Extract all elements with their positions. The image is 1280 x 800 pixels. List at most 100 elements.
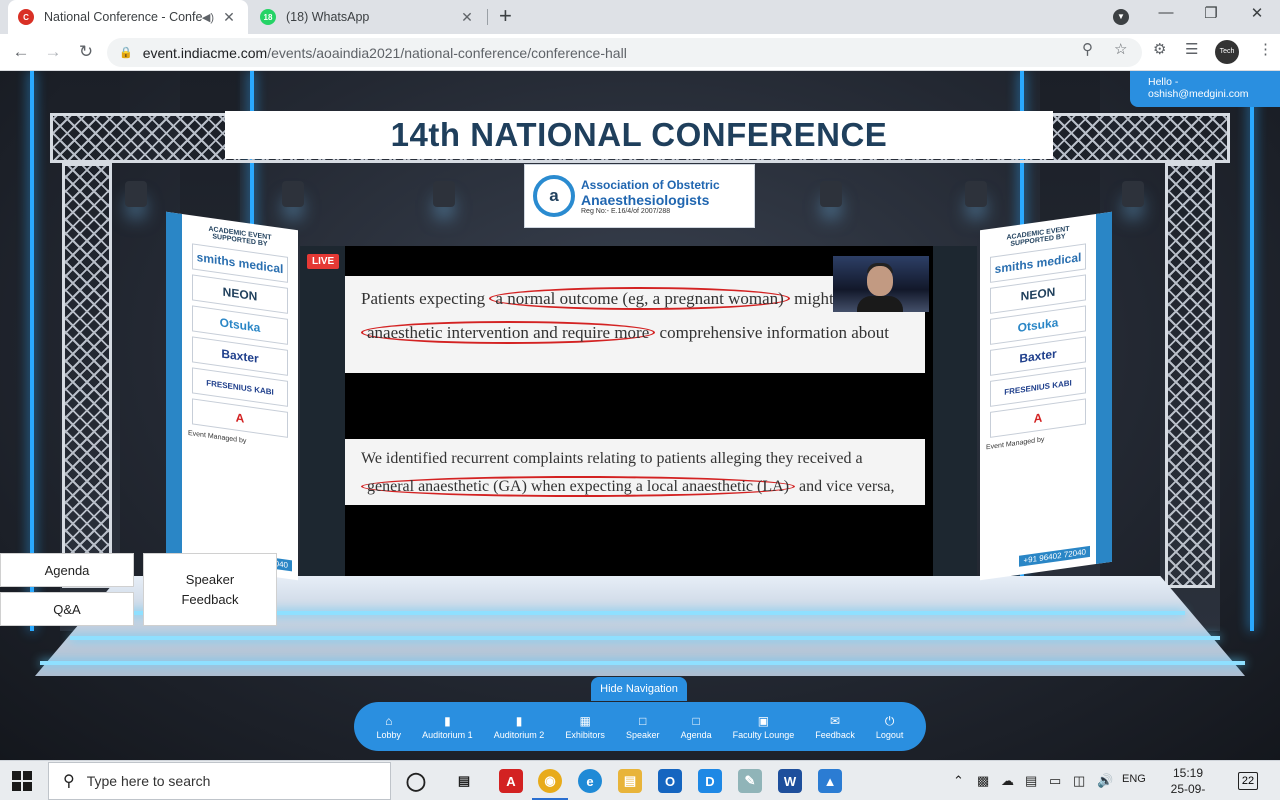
user-email: oshish@medgini.com [1148, 88, 1249, 100]
edge-icon[interactable]: e [578, 769, 602, 793]
language-indicator[interactable]: ENG [1122, 773, 1146, 785]
speaker-webcam-thumbnail [833, 256, 929, 312]
slide-text: comprehensive information about [659, 323, 889, 342]
forward-icon[interactable]: → [40, 40, 66, 64]
address-bar[interactable]: 🔒 event.indiacme.com/events/aoaindia2021… [107, 38, 1142, 67]
taskbar-clock[interactable]: 15:19 25-09-2021 [1158, 765, 1218, 800]
network-icon[interactable]: ◫ [1073, 773, 1085, 789]
maximize-icon[interactable]: ❐ [1199, 4, 1223, 22]
tray-overflow-chevron-icon[interactable]: ⌃ [953, 773, 964, 789]
cortana-icon[interactable]: ◯ [404, 769, 428, 793]
task-view-icon[interactable]: ▤ [452, 769, 476, 793]
slide-circled-text: a normal outcome (eg, a pregnant woman) [489, 287, 790, 310]
speaker-feedback-button[interactable]: Speaker Feedback [143, 553, 277, 626]
file-explorer-icon[interactable]: ▤ [618, 769, 642, 793]
qa-button[interactable]: Q&A [0, 592, 134, 626]
door-icon: ▮ [444, 713, 451, 728]
word-icon[interactable]: W [778, 769, 802, 793]
chrome-icon[interactable]: ◉ [532, 769, 568, 800]
nav-exhibitors[interactable]: ▦ Exhibitors [565, 714, 605, 740]
url-text: event.indiacme.com/events/aoaindia2021/n… [143, 45, 627, 61]
association-reg-no: Reg No:- E.16/4/of 2007/288 [581, 207, 671, 215]
whatsapp-favicon-icon: 18 [260, 9, 276, 25]
onedrive-icon[interactable]: ☁ [1001, 773, 1014, 789]
reload-icon[interactable]: ↻ [73, 40, 99, 64]
nav-speaker[interactable]: □ Speaker [626, 714, 660, 740]
chrome-menu-icon[interactable]: ⋮ [1258, 40, 1273, 58]
agenda-button[interactable]: Agenda [0, 553, 134, 587]
windows-start-icon[interactable] [12, 771, 32, 791]
live-video-player[interactable]: Patients expecting a normal outcome (eg,… [345, 246, 933, 576]
browser-tab-strip: C National Conference - Confe ◀) ✕ 18 (1… [0, 0, 1280, 34]
nav-auditorium-1[interactable]: ▮ Auditorium 1 [422, 714, 473, 740]
tab-divider [487, 9, 488, 25]
media-control-icon[interactable]: ☰ [1185, 40, 1198, 58]
outlook-icon[interactable]: O [658, 769, 682, 793]
dell-icon[interactable]: D [698, 769, 722, 793]
nav-label: Auditorium 2 [493, 729, 545, 740]
lounge-icon: ▣ [757, 713, 770, 728]
battery-icon[interactable]: ▭ [1049, 773, 1061, 789]
clock-date: 25-09-2021 [1170, 782, 1206, 800]
truss-right [1165, 163, 1215, 588]
close-tab-icon[interactable]: ✕ [458, 9, 476, 26]
profile-avatar[interactable]: Tech Truth [1215, 40, 1239, 79]
tab-whatsapp[interactable]: 18 (18) WhatsApp ✕ [250, 0, 486, 34]
nav-logout[interactable]: ⏻ Logout [876, 714, 904, 740]
tray-app-icon[interactable]: ▩ [977, 773, 989, 789]
tab-title: National Conference - Confe [44, 10, 202, 24]
tab-title: (18) WhatsApp [286, 10, 370, 24]
taskbar-search-box[interactable]: ⚲ Type here to search [48, 762, 391, 800]
nav-agenda[interactable]: □ Agenda [681, 714, 712, 740]
live-badge: LIVE [307, 254, 340, 269]
notes-app-icon[interactable]: ✎ [738, 769, 762, 793]
conference-banner: 14th NATIONAL CONFERENCE [225, 111, 1053, 159]
nav-label: Auditorium 1 [422, 729, 473, 740]
spotlight [282, 181, 304, 207]
sponsor-panel-left: ACADEMIC EVENT SUPPORTED BY smiths medic… [166, 211, 298, 581]
extensions-icon[interactable]: ⚙ [1153, 40, 1166, 58]
clock-time: 15:19 [1172, 766, 1204, 780]
action-center-notification-icon[interactable]: 22 [1238, 772, 1258, 790]
nav-label: Speaker [625, 729, 660, 740]
acrobat-icon[interactable]: A [499, 769, 523, 793]
close-window-icon[interactable]: ✕ [1245, 4, 1269, 22]
nav-lobby[interactable]: ⌂ Lobby [377, 714, 402, 740]
bookmark-star-icon[interactable]: ☆ [1114, 40, 1127, 58]
tab-search-dropdown-icon[interactable]: ▼ [1113, 9, 1129, 25]
new-tab-icon[interactable]: + [499, 5, 512, 27]
neon-light [30, 71, 34, 631]
slide-circled-text: anaesthetic intervention and require mor… [361, 321, 656, 344]
volume-icon[interactable]: 🔊 [1097, 773, 1113, 789]
nav-auditorium-2[interactable]: ▮ Auditorium 2 [494, 714, 545, 740]
stage-light-strip [40, 661, 1245, 665]
lock-icon[interactable]: 🔒 [119, 46, 133, 59]
tab-national-conference[interactable]: C National Conference - Confe ◀) ✕ [8, 0, 248, 34]
indiacme-favicon-icon: C [18, 9, 34, 25]
speaker-icon[interactable]: ◀) [202, 11, 214, 24]
back-icon[interactable]: ← [8, 40, 34, 64]
truss-left [62, 163, 112, 588]
spotlight [125, 181, 147, 207]
spotlight [433, 181, 455, 207]
meet-now-icon[interactable]: ▤ [1025, 773, 1037, 789]
close-tab-icon[interactable]: ✕ [220, 9, 238, 26]
user-greeting: Hello - oshish@medgini.com [1130, 71, 1280, 107]
nav-feedback[interactable]: ✉ Feedback [815, 714, 855, 740]
conference-title: 14th NATIONAL CONFERENCE [390, 116, 888, 153]
photos-icon[interactable]: ▲ [818, 769, 842, 793]
association-name-line1: Association of Obstetric [581, 177, 720, 192]
neon-light [1250, 71, 1254, 631]
url-path: /events/aoaindia2021/national-conference… [267, 44, 627, 61]
speaker-feedback-label: Speaker [185, 571, 235, 587]
greeting-label: Hello - [1148, 76, 1179, 88]
hide-navigation-button[interactable]: Hide Navigation [591, 677, 687, 701]
nav-faculty-lounge[interactable]: ▣ Faculty Lounge [733, 714, 795, 740]
booth-icon: ▦ [579, 713, 591, 728]
minimize-icon[interactable]: — [1154, 4, 1178, 21]
zoom-icon[interactable]: ⚲ [1082, 40, 1093, 58]
speaker-feedback-label: Feedback [181, 591, 239, 607]
association-logo-icon: a [533, 175, 575, 217]
search-icon: ⚲ [63, 773, 75, 790]
spotlight [820, 181, 842, 207]
